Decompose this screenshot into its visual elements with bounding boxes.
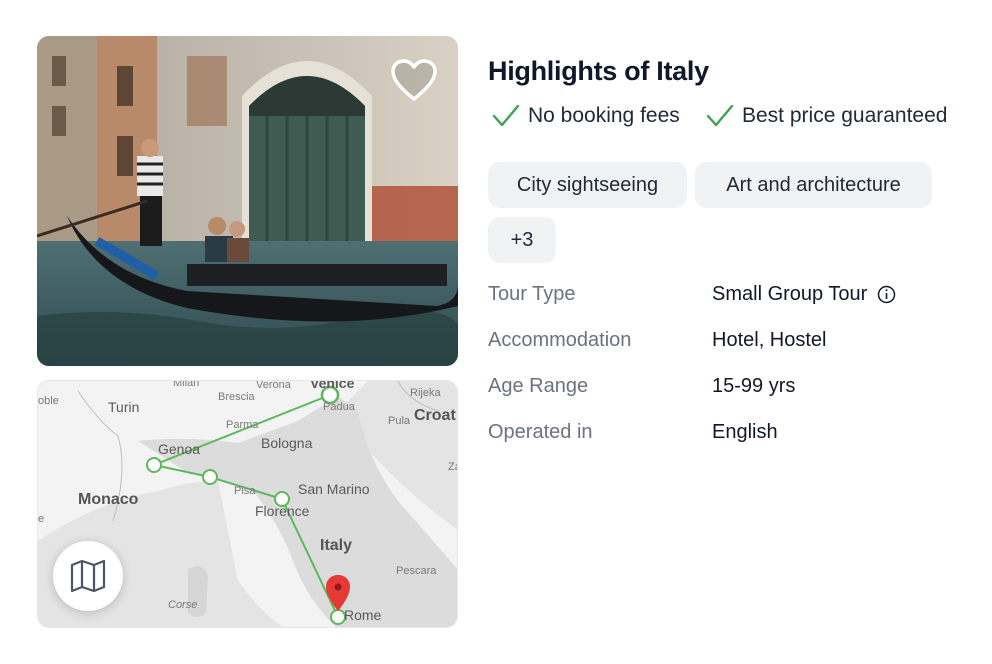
tag-more[interactable]: +3: [488, 217, 556, 263]
map-label-venice: Venice: [310, 380, 355, 391]
tag-city-sightseeing[interactable]: City sightseeing: [488, 162, 687, 208]
map-icon: [70, 559, 106, 593]
detail-value-age-range: 15-99 yrs: [712, 375, 796, 397]
map-label-corse: Corse: [168, 599, 198, 611]
map-label-bologna: Bologna: [261, 435, 313, 451]
map-label-noble: oble: [38, 395, 59, 407]
info-circle-icon: [878, 285, 896, 304]
detail-label-operated-in: Operated in: [488, 421, 593, 443]
map-label-rome: Rome: [344, 607, 382, 623]
map-label-pisa: Pisa: [234, 485, 256, 497]
perk-label: No booking fees: [528, 104, 680, 127]
detail-label-tour-type: Tour Type: [488, 283, 576, 305]
map-label-milan: Milan: [173, 380, 200, 389]
map-label-verona: Verona: [256, 380, 291, 391]
detail-value-tour-type: Small Group Tour: [712, 283, 896, 306]
tour-type-info-button[interactable]: [877, 285, 896, 304]
perk-no-booking-fees: No booking fees: [492, 104, 680, 128]
map-label-monaco: Monaco: [78, 491, 139, 508]
map-label-rijeka: Rijeka: [410, 387, 441, 399]
perk-label: Best price guaranteed: [742, 104, 948, 127]
tour-title: Highlights of Italy: [488, 56, 709, 86]
map-view-button[interactable]: [53, 541, 123, 611]
heart-outline-icon: [391, 59, 437, 101]
map-label-padua: Padua: [323, 401, 355, 413]
favorite-button[interactable]: [388, 56, 440, 104]
map-label-italy: Italy: [320, 537, 353, 554]
route-map[interactable]: Milan Verona Venice Brescia Padua Rijeka…: [37, 380, 458, 628]
detail-value-accommodation: Hotel, Hostel: [712, 329, 827, 351]
map-label-croatia: Croat: [414, 407, 456, 424]
map-label-florence: Florence: [255, 503, 310, 519]
map-label-genoa: Genoa: [158, 441, 201, 457]
map-label-pula: Pula: [388, 415, 411, 427]
detail-label-age-range: Age Range: [488, 375, 589, 397]
map-label-san-marino: San Marino: [298, 481, 370, 497]
detail-label-accommodation: Accommodation: [488, 329, 632, 351]
tag-art-architecture[interactable]: Art and architecture: [695, 162, 932, 208]
map-label-turin: Turin: [108, 399, 140, 415]
detail-value-operated-in: English: [712, 421, 778, 443]
check-icon: [706, 104, 734, 127]
detail-value-text: Small Group Tour: [712, 283, 868, 305]
tour-photo[interactable]: [37, 36, 458, 366]
map-label-e: e: [38, 513, 45, 525]
map-label-brescia: Brescia: [218, 391, 255, 403]
map-label-za: Za: [448, 461, 457, 473]
check-icon: [492, 104, 520, 127]
perk-best-price: Best price guaranteed: [706, 104, 947, 128]
map-label-parma: Parma: [226, 419, 259, 431]
map-label-pescara: Pescara: [396, 565, 437, 577]
